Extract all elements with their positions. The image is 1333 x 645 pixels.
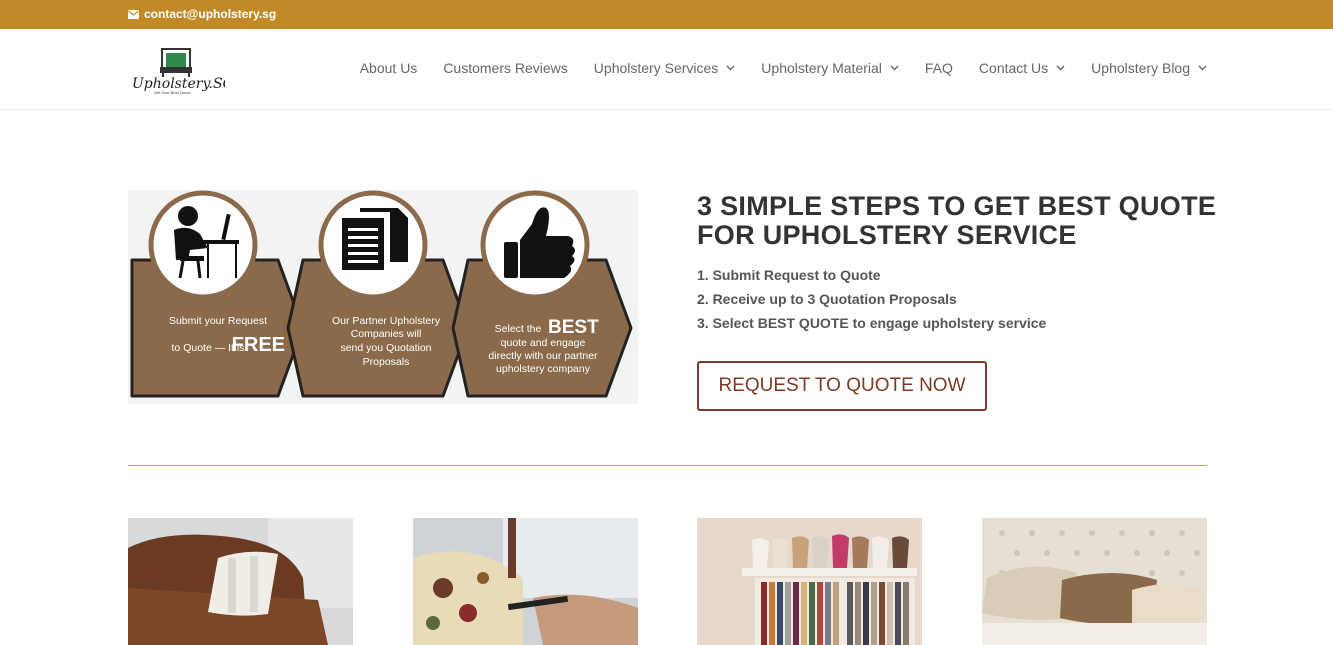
chair-upholstering-image[interactable]	[413, 518, 638, 645]
svg-text:Get Your Best Quote: Get Your Best Quote	[154, 90, 191, 95]
tufted-headboard-image[interactable]	[982, 518, 1207, 645]
steps-list: 1. Submit Request to Quote 2. Receive up…	[697, 263, 1046, 335]
top-bar: contact@upholstery.sg	[0, 0, 1333, 29]
page-headline: 3 SIMPLE STEPS TO GET BEST QUOTE FOR UPH…	[697, 191, 1217, 250]
nav-upholstery-services[interactable]: Upholstery Services	[594, 60, 736, 76]
step3-line1: quote and engage	[501, 337, 586, 349]
step2-line2: Companies will	[351, 328, 422, 340]
step3-best: BEST	[548, 317, 599, 338]
contact-email-text: contact@upholstery.sg	[144, 7, 277, 21]
envelope-icon	[128, 9, 139, 19]
list-item: 3. Select BEST QUOTE to engage upholster…	[697, 315, 1047, 331]
chevron-down-icon	[1056, 65, 1065, 71]
step1-free: FREE	[232, 334, 285, 356]
contact-email-link[interactable]: contact@upholstery.sg	[128, 7, 276, 21]
chevron-down-icon	[890, 65, 899, 71]
step1-line1: Submit your Request	[169, 315, 267, 327]
chevron-down-icon	[1198, 65, 1207, 71]
step2-line3: send you Quotation	[340, 342, 431, 354]
chevron-down-icon	[726, 65, 735, 71]
cushions-fabric-image[interactable]	[697, 518, 922, 645]
section-divider	[128, 465, 1207, 466]
nav-contact-us[interactable]: Contact Us	[979, 60, 1065, 76]
nav-about-us[interactable]: About Us	[360, 60, 418, 76]
nav-customers-reviews[interactable]: Customers Reviews	[443, 60, 567, 76]
step2-line1: Our Partner Upholstery	[332, 315, 441, 327]
three-steps-graphic: Submit your Request to Quote — It is FRE…	[128, 190, 638, 404]
nav-upholstery-blog[interactable]: Upholstery Blog	[1091, 60, 1207, 76]
request-to-quote-button[interactable]: REQUEST TO QUOTE NOW	[697, 361, 987, 411]
step3-line3: upholstery company	[496, 363, 591, 375]
site-logo[interactable]: Upholstery.SG Get Your Best Quote	[130, 45, 234, 95]
leather-sofa-image[interactable]	[128, 518, 353, 645]
nav-upholstery-material[interactable]: Upholstery Material	[761, 60, 899, 76]
site-header: Upholstery.SG Get Your Best Quote About …	[0, 29, 1333, 110]
step3-pre: Select the	[495, 323, 542, 335]
nav-faq[interactable]: FAQ	[925, 60, 953, 76]
list-item: 2. Receive up to 3 Quotation Proposals	[697, 291, 957, 307]
main-nav: About Us Customers Reviews Upholstery Se…	[360, 60, 1207, 76]
step3-line2: directly with our partner	[488, 350, 598, 362]
list-item: 1. Submit Request to Quote	[697, 267, 881, 283]
step2-line4: Proposals	[363, 356, 410, 368]
